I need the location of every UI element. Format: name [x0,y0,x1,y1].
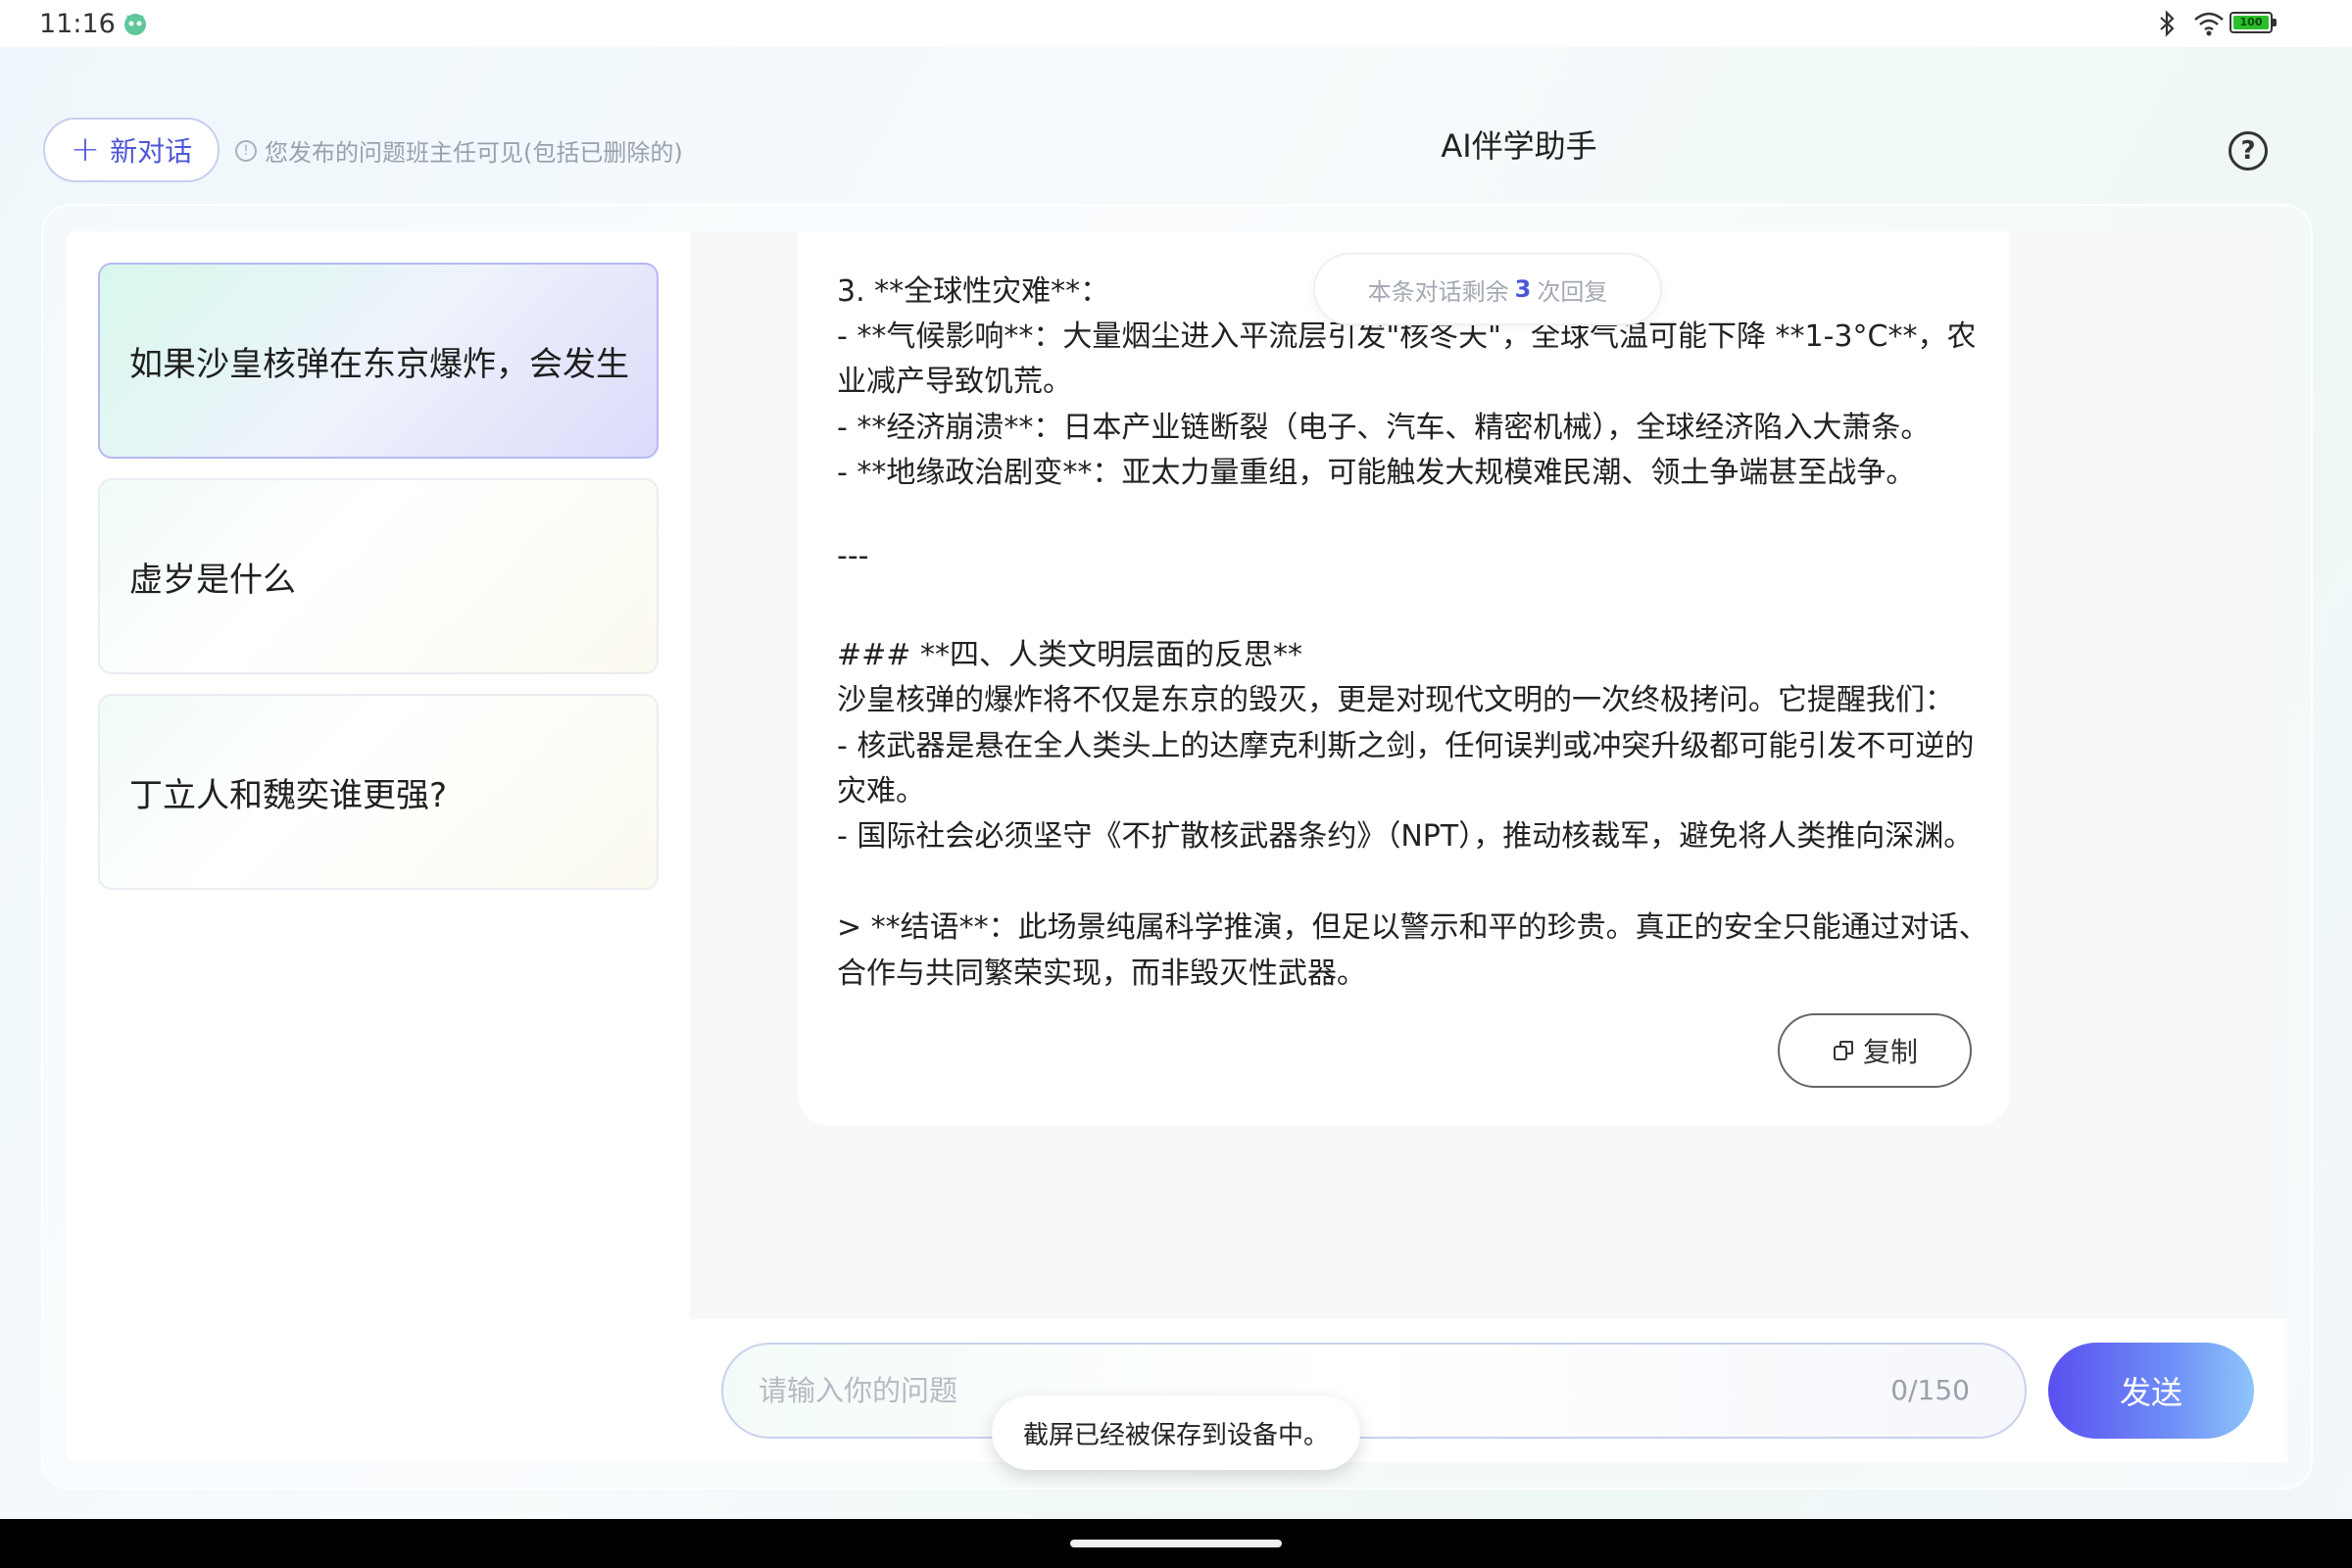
conversation-title: 虚岁是什么 [129,560,296,600]
new-chat-label: 新对话 [110,135,193,168]
status-time: 11:16 [39,9,116,39]
remaining-count: 3 [1514,275,1532,303]
remaining-suffix: 次回复 [1537,277,1608,306]
copy-label: 复制 [1862,1036,1918,1068]
message-line: 合作与共同繁荣实现，而非毁灭性武器。 [837,956,1366,991]
message-line: 灾难。 [837,774,925,808]
message-line: > **结语**：此场景纯属科学推演，但足以警示和平的珍贵。真正的安全只能通过对… [837,910,1988,945]
question-input-wrapper[interactable]: 0/150 [721,1343,2027,1439]
info-icon: ! [235,139,257,162]
message-line: - 国际社会必须坚守《不扩散核武器条约》（NPT），推动核裁军，避免将人类推向深… [837,819,1974,854]
page-title: AI伴学助手 [1441,127,1597,165]
message-line: - **经济崩溃**：日本产业链断裂（电子、汽车、精密机械），全球经济陷入大萧条… [837,411,1931,445]
app-notification-icon [124,14,146,35]
conversation-title: 如果沙皇核弹在东京爆炸，会发生 [129,344,629,384]
visibility-notice: ! 您发布的问题班主任可见(包括已删除的) [235,133,683,168]
message-line: - **地缘政治剧变**：亚太力量重组，可能触发大规模难民潮、领土争端甚至战争。 [837,456,1916,490]
bluetooth-icon [2160,10,2175,37]
message-line: 业减产导致饥荒。 [837,365,1072,399]
wifi-icon [2194,12,2224,36]
status-bar: 11:16 100 [0,0,2352,47]
message-line: ### **四、人类文明层面的反思** [837,638,1302,672]
send-button[interactable]: 发送 [2048,1343,2254,1439]
copy-icon [1833,1041,1853,1060]
char-counter: 0/150 [1890,1374,1970,1406]
new-chat-button[interactable]: + 新对话 [43,118,220,182]
remaining-prefix: 本条对话剩余 [1367,277,1509,306]
conversation-item[interactable]: 如果沙皇核弹在东京爆炸，会发生 [98,263,659,459]
help-icon[interactable]: ? [2229,131,2268,171]
screenshot-toast: 截屏已经被保存到设备中。 [992,1396,1360,1470]
remaining-replies-badge: 本条对话剩余 3 次回复 [1313,253,1662,325]
message-line: --- [837,539,869,573]
plus-icon: + [70,129,101,170]
home-indicator[interactable] [1070,1540,1282,1547]
notice-text: 您发布的问题班主任可见(包括已删除的) [265,139,683,167]
conversation-item[interactable]: 丁立人和魏奕谁更强? [98,694,659,890]
battery-level: 100 [2233,16,2269,29]
conversation-item[interactable]: 虚岁是什么 [98,478,659,674]
message-line: - 核武器是悬在全人类头上的达摩克利斯之剑，任何误判或冲突升级都可能引发不可逆的 [837,729,1975,763]
copy-button[interactable]: 复制 [1778,1013,1972,1088]
battery-icon: 100 [2230,12,2277,33]
message-line: 3. **全球性灾难**： [837,274,1110,309]
message-line: 沙皇核弹的爆炸将不仅是东京的毁灭，更是对现代文明的一次终极拷问。它提醒我们： [837,683,1954,717]
conversation-title: 丁立人和魏奕谁更强? [129,775,448,815]
